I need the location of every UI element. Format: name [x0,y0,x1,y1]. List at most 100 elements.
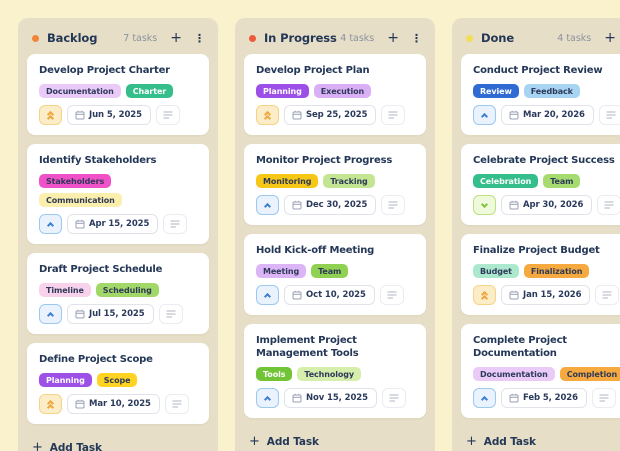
task-tag: Technology [297,367,361,381]
priority-icon[interactable] [473,285,496,305]
priority-icon[interactable] [39,304,62,324]
task-tag: Communication [39,193,122,207]
task-card[interactable]: Draft Project Schedule Timeline Scheduli… [27,253,209,334]
add-task-button[interactable]: + Add Task [27,433,106,451]
notes-chip[interactable] [380,285,404,305]
task-card[interactable]: Monitor Project Progress Monitoring Trac… [244,144,426,225]
due-date: Apr 30, 2026 [523,200,583,210]
task-card[interactable]: Celebrate Project Success Celebration Te… [461,144,620,225]
notes-chip[interactable] [595,285,619,305]
task-card[interactable]: Hold Kick-off Meeting Meeting Team Oct 1… [244,234,426,315]
priority-icon[interactable] [256,285,279,305]
column-status-dot [249,35,256,42]
notes-icon [388,201,398,209]
task-tag: Documentation [39,84,121,98]
due-date: Feb 5, 2026 [523,393,578,403]
calendar-icon [509,393,519,403]
task-tags: Meeting Team [256,264,414,278]
priority-icon[interactable] [256,195,279,215]
task-card[interactable]: Develop Project Plan Planning Execution … [244,54,426,135]
calendar-icon [75,309,85,319]
task-title: Draft Project Schedule [39,263,197,276]
notes-chip[interactable] [165,394,189,414]
add-card-icon[interactable]: + [604,31,616,45]
task-tag: Tools [256,367,292,381]
due-date: Jan 15, 2026 [523,290,581,300]
calendar-icon [509,290,519,300]
task-title: Conduct Project Review [473,64,620,77]
column-menu-icon[interactable]: ⋮ [194,33,205,44]
notes-icon [387,291,397,299]
task-card[interactable]: Complete Project Documentation Documenta… [461,324,620,418]
due-date-chip[interactable]: Mar 10, 2025 [67,394,160,414]
task-card[interactable]: Develop Project Charter Documentation Ch… [27,54,209,135]
priority-icon[interactable] [39,105,62,125]
task-tag: Celebration [473,174,538,188]
notes-chip[interactable] [592,388,616,408]
notes-icon [166,310,176,318]
notes-chip[interactable] [381,105,405,125]
due-date-chip[interactable]: Apr 15, 2025 [67,214,158,234]
priority-icon[interactable] [39,214,62,234]
due-date: Jun 5, 2025 [89,110,142,120]
calendar-icon [292,393,302,403]
column-task-count: 7 tasks [123,33,157,44]
notes-chip[interactable] [156,105,180,125]
due-date-chip[interactable]: Jan 15, 2026 [501,285,590,305]
add-task-button[interactable]: + Add Task [461,427,540,450]
task-title: Complete Project Documentation [473,334,620,360]
column-done: Done 4 tasks + ⋮ Conduct Project Review … [452,18,620,451]
notes-chip[interactable] [597,195,620,215]
notes-icon [163,111,173,119]
due-date-chip[interactable]: Mar 20, 2026 [501,105,594,125]
task-title: Implement Project Management Tools [256,334,414,360]
priority-icon[interactable] [256,388,279,408]
due-date-chip[interactable]: Apr 30, 2026 [501,195,592,215]
notes-chip[interactable] [163,214,187,234]
priority-icon[interactable] [473,105,496,125]
add-task-button[interactable]: + Add Task [244,427,323,450]
task-tags: Budget Finalization [473,264,620,278]
task-card[interactable]: Implement Project Management Tools Tools… [244,324,426,418]
calendar-icon [75,110,85,120]
task-tag: Documentation [473,367,555,381]
due-date-chip[interactable]: Dec 30, 2025 [284,195,376,215]
notes-chip[interactable] [381,195,405,215]
column-header: Done 4 tasks + ⋮ [461,27,620,54]
due-date-chip[interactable]: Sep 25, 2025 [284,105,376,125]
due-date-chip[interactable]: Nov 15, 2025 [284,388,377,408]
add-card-icon[interactable]: + [170,31,182,45]
task-card[interactable]: Conduct Project Review Review Feedback M… [461,54,620,135]
task-tag: Finalization [524,264,589,278]
notes-chip[interactable] [382,388,406,408]
task-card[interactable]: Define Project Scope Planning Scope Mar … [27,343,209,424]
priority-icon[interactable] [256,105,279,125]
task-meta: Dec 30, 2025 [256,195,414,215]
due-date: Jul 15, 2025 [89,309,145,319]
due-date-chip[interactable]: Jun 5, 2025 [67,105,151,125]
notes-chip[interactable] [599,105,620,125]
calendar-icon [292,110,302,120]
priority-icon[interactable] [473,195,496,215]
due-date-chip[interactable]: Feb 5, 2026 [501,388,587,408]
column-backlog: Backlog 7 tasks + ⋮ Develop Project Char… [18,18,218,451]
column-menu-icon[interactable]: ⋮ [411,33,422,44]
column-task-count: 4 tasks [340,33,374,44]
task-card[interactable]: Finalize Project Budget Budget Finalizat… [461,234,620,315]
due-date-chip[interactable]: Jul 15, 2025 [67,304,154,324]
task-card[interactable]: Identify Stakeholders Stakeholders Commu… [27,144,209,244]
task-tag: Budget [473,264,519,278]
due-date-chip[interactable]: Oct 10, 2025 [284,285,375,305]
task-title: Identify Stakeholders [39,154,197,167]
task-tag: Timeline [39,283,91,297]
task-tag: Team [543,174,580,188]
notes-chip[interactable] [159,304,183,324]
notes-icon [606,111,616,119]
add-card-icon[interactable]: + [387,31,399,45]
task-meta: Mar 10, 2025 [39,394,197,414]
task-title: Hold Kick-off Meeting [256,244,414,257]
plus-icon: + [32,441,43,451]
priority-icon[interactable] [39,394,62,414]
priority-icon[interactable] [473,388,496,408]
due-date: Mar 10, 2025 [89,399,151,409]
